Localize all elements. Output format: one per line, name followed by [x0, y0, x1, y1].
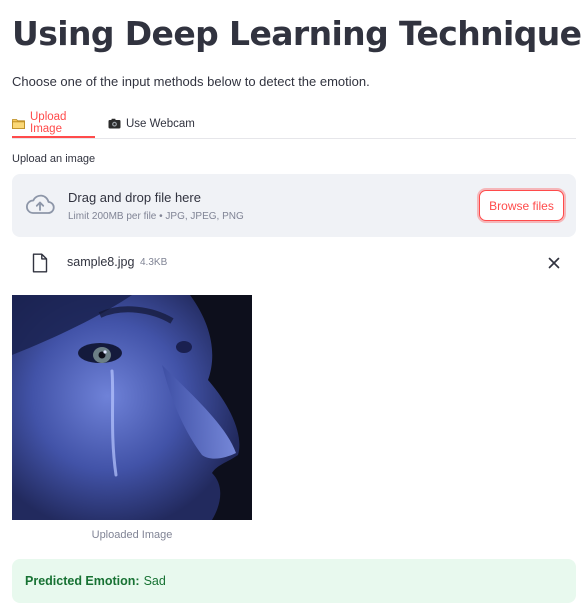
tab-label: Use Webcam: [126, 117, 195, 130]
file-size: 4.3KB: [140, 257, 168, 268]
tab-upload-image[interactable]: Upload Image: [12, 110, 95, 138]
dropzone-title: Drag and drop file here: [68, 190, 201, 205]
cloud-upload-icon: [25, 193, 55, 220]
prediction-label: Predicted Emotion:: [25, 574, 140, 588]
uploader-label: Upload an image: [12, 153, 96, 165]
tab-label: Upload Image: [30, 111, 67, 135]
page-title: Using Deep Learning Techniques: [12, 14, 583, 53]
file-name: sample8.jpg: [67, 255, 135, 269]
uploaded-file-row: sample8.jpg 4.3KB: [12, 250, 576, 276]
dropzone-limits: Limit 200MB per file • JPG, JPEG, PNG: [68, 211, 244, 222]
camera-icon: [108, 118, 121, 129]
close-icon[interactable]: [546, 255, 562, 271]
prediction-value: Sad: [143, 574, 166, 588]
tab-use-webcam[interactable]: Use Webcam: [108, 110, 195, 137]
browse-files-button[interactable]: Browse files: [479, 190, 564, 221]
uploaded-image: [12, 295, 252, 520]
prediction-result-banner: Predicted Emotion: Sad: [12, 559, 576, 603]
image-caption: Uploaded Image: [91, 529, 173, 541]
file-icon: [32, 253, 48, 278]
page-subtitle: Choose one of the input methods below to…: [12, 74, 370, 89]
input-method-tabs: Upload Image Use Webcam: [12, 110, 576, 139]
file-dropzone[interactable]: Drag and drop file here Limit 200MB per …: [12, 174, 576, 237]
folder-icon: [12, 118, 25, 129]
